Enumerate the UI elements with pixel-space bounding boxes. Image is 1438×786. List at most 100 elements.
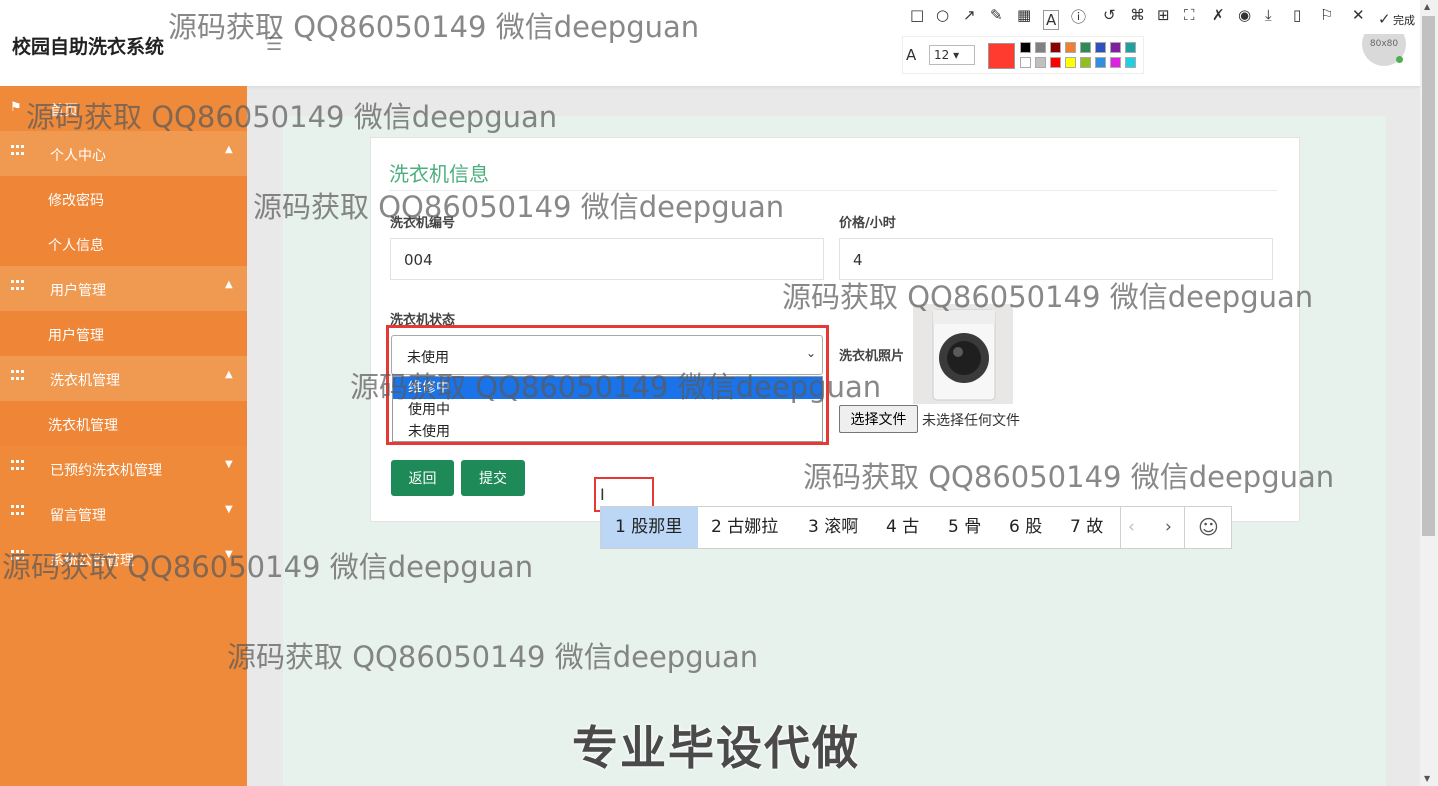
arrow-tool-icon[interactable]: ↗ bbox=[963, 6, 976, 24]
ime-divider bbox=[1120, 507, 1121, 548]
mosaic-tool-icon[interactable]: ▦ bbox=[1017, 6, 1031, 24]
photo-label: 洗衣机照片 bbox=[839, 349, 905, 364]
sidebar-item-home[interactable]: 首页 bbox=[50, 100, 78, 120]
scrollbar-thumb[interactable] bbox=[1422, 16, 1435, 536]
record-icon[interactable]: ◉ bbox=[1238, 6, 1251, 24]
ime-candidate[interactable]: 3 滚啊 bbox=[808, 507, 858, 548]
scroll-up-icon[interactable]: ▲ bbox=[1424, 2, 1430, 11]
text-tool-icon[interactable]: A bbox=[1043, 10, 1060, 30]
ellipse-tool-icon[interactable]: ○ bbox=[936, 6, 949, 24]
sidebar-item-label: 用户管理 bbox=[48, 328, 104, 344]
price-field[interactable]: 4 bbox=[839, 238, 1273, 280]
color-swatch[interactable] bbox=[1020, 57, 1031, 68]
color-swatch[interactable] bbox=[1050, 42, 1061, 53]
sidebar-item-label: 留言管理 bbox=[50, 508, 106, 524]
current-color-swatch[interactable] bbox=[988, 43, 1015, 69]
sidebar-item-label: 系统公告管理 bbox=[50, 553, 134, 569]
chevron-down-icon: ▼ bbox=[225, 459, 233, 470]
home-flag-icon: ⚑ bbox=[10, 100, 22, 115]
sidebar-item-washer-management-sub[interactable]: 洗衣机管理 bbox=[0, 401, 247, 446]
file-status-text: 未选择任何文件 bbox=[922, 413, 1020, 429]
ime-candidate[interactable]: 2 古娜拉 bbox=[711, 507, 778, 548]
ime-divider bbox=[1184, 507, 1185, 548]
color-swatch[interactable] bbox=[1065, 42, 1076, 53]
emoji-icon[interactable]: ☺ bbox=[1198, 507, 1219, 548]
sidebar-item-washer-management[interactable]: 洗衣机管理 ▲ bbox=[0, 356, 247, 401]
font-size-select[interactable]: 12 ▾ bbox=[929, 45, 975, 65]
choose-file-button[interactable]: 选择文件 bbox=[839, 405, 918, 433]
grid-icon bbox=[11, 505, 25, 517]
ime-candidate[interactable]: 6 股 bbox=[1009, 507, 1042, 548]
sidebar-item-label: 修改密码 bbox=[48, 193, 104, 209]
ime-next-icon[interactable]: › bbox=[1165, 507, 1172, 548]
color-swatch[interactable] bbox=[1080, 57, 1091, 68]
sidebar-item-label: 个人信息 bbox=[48, 238, 104, 254]
annotation-highlight-box bbox=[386, 325, 829, 445]
number-field[interactable]: 004 bbox=[390, 238, 824, 280]
rectangle-tool-icon[interactable]: □ bbox=[910, 6, 924, 24]
color-swatch[interactable] bbox=[1065, 57, 1076, 68]
text-cursor-icon: I bbox=[600, 485, 605, 504]
grid-icon bbox=[11, 370, 25, 382]
ime-candidate[interactable]: 7 故 bbox=[1070, 507, 1103, 548]
back-button[interactable]: 返回 bbox=[391, 460, 454, 496]
sidebar-item-announcements[interactable]: 系统公告管理 ▼ bbox=[0, 536, 247, 581]
font-size-value: 12 bbox=[934, 48, 950, 62]
sidebar-item-messages[interactable]: 留言管理 ▼ bbox=[0, 491, 247, 536]
color-swatch[interactable] bbox=[1020, 42, 1031, 53]
chevron-up-icon: ▲ bbox=[225, 279, 233, 290]
sidebar-item-label: 已预约洗衣机管理 bbox=[50, 463, 162, 479]
phone-icon[interactable]: ▯ bbox=[1293, 6, 1301, 24]
pin-tool-icon[interactable]: ⌘ bbox=[1130, 6, 1145, 24]
chevron-down-icon: ▼ bbox=[225, 549, 233, 560]
color-swatch[interactable] bbox=[1080, 42, 1091, 53]
sidebar-item-change-password[interactable]: 修改密码 bbox=[0, 176, 247, 221]
sidebar-item-user-management-sub[interactable]: 用户管理 bbox=[0, 311, 247, 356]
ime-candidate[interactable]: 5 骨 bbox=[948, 507, 981, 548]
online-status-dot bbox=[1396, 56, 1403, 63]
sidebar-item-personal-info[interactable]: 个人信息 bbox=[0, 221, 247, 266]
ime-prev-icon[interactable]: ‹ bbox=[1128, 507, 1135, 548]
chevron-down-icon: ▼ bbox=[225, 504, 233, 515]
title-divider bbox=[389, 190, 1277, 191]
download-icon[interactable]: ⤓ bbox=[1265, 6, 1272, 24]
number-tool-icon[interactable]: ⓘ bbox=[1071, 6, 1086, 27]
color-swatch[interactable] bbox=[1095, 57, 1106, 68]
grid-icon bbox=[11, 145, 25, 157]
color-swatch[interactable] bbox=[1035, 42, 1046, 53]
done-button[interactable]: 完成 bbox=[1393, 12, 1415, 28]
bookmark-icon[interactable]: ⚐ bbox=[1320, 6, 1333, 24]
app-title: 校园自助洗衣系统 bbox=[12, 36, 165, 58]
chevron-up-icon: ▲ bbox=[225, 144, 233, 155]
submit-button[interactable]: 提交 bbox=[461, 460, 525, 496]
undo-icon[interactable]: ↺ bbox=[1103, 6, 1116, 24]
check-icon[interactable]: ✓ bbox=[1378, 10, 1391, 28]
sidebar-item-label: 个人中心 bbox=[50, 148, 106, 164]
grid-icon bbox=[11, 460, 25, 472]
color-swatch[interactable] bbox=[1110, 42, 1121, 53]
menu-toggle-icon[interactable]: ☰ bbox=[266, 34, 282, 55]
color-swatch[interactable] bbox=[1125, 57, 1136, 68]
page-title: 洗衣机信息 bbox=[389, 162, 489, 186]
ime-candidate[interactable]: 1 股那里 bbox=[601, 507, 698, 548]
color-swatch[interactable] bbox=[1125, 42, 1136, 53]
close-icon[interactable]: ✕ bbox=[1352, 6, 1365, 24]
scroll-down-icon[interactable]: ▼ bbox=[1424, 774, 1430, 783]
ime-candidate[interactable]: 4 古 bbox=[886, 507, 919, 548]
banner-text: 专业毕设代做 bbox=[572, 721, 860, 775]
pin-icon[interactable]: ✗ bbox=[1212, 6, 1225, 24]
color-swatch[interactable] bbox=[1110, 57, 1121, 68]
sidebar-item-personal-center[interactable]: 个人中心 ▲ bbox=[0, 131, 247, 176]
price-label: 价格/小时 bbox=[839, 216, 896, 231]
color-swatch[interactable] bbox=[1095, 42, 1106, 53]
sidebar-item-reserved-washers[interactable]: 已预约洗衣机管理 ▼ bbox=[0, 446, 247, 491]
font-icon: A bbox=[906, 46, 917, 64]
pen-tool-icon[interactable]: ✎ bbox=[990, 6, 1003, 24]
sidebar-item-label: 用户管理 bbox=[50, 283, 106, 299]
ocr-tool-icon[interactable]: ⊞ bbox=[1157, 6, 1170, 24]
grid-icon bbox=[11, 280, 25, 292]
color-swatch[interactable] bbox=[1050, 57, 1061, 68]
sidebar-item-user-management[interactable]: 用户管理 ▲ bbox=[0, 266, 247, 311]
scan-tool-icon[interactable]: ⛶ bbox=[1184, 6, 1195, 24]
color-swatch[interactable] bbox=[1035, 57, 1046, 68]
